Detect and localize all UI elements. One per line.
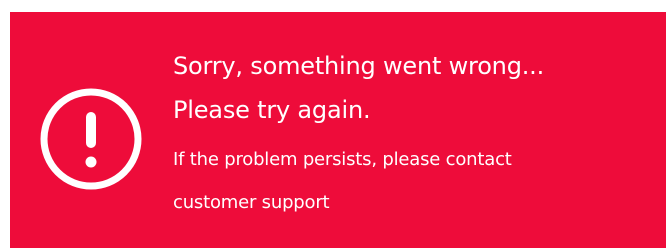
error-banner: Sorry, something went wrong... Please tr… <box>10 12 666 248</box>
exclamation-circle-icon <box>38 86 144 192</box>
error-headline: Sorry, something went wrong... <box>173 52 545 80</box>
support-note-continued: customer support <box>173 192 330 213</box>
retry-instruction: Please try again. <box>173 96 371 124</box>
support-note: If the problem persists, please contact <box>173 149 512 170</box>
